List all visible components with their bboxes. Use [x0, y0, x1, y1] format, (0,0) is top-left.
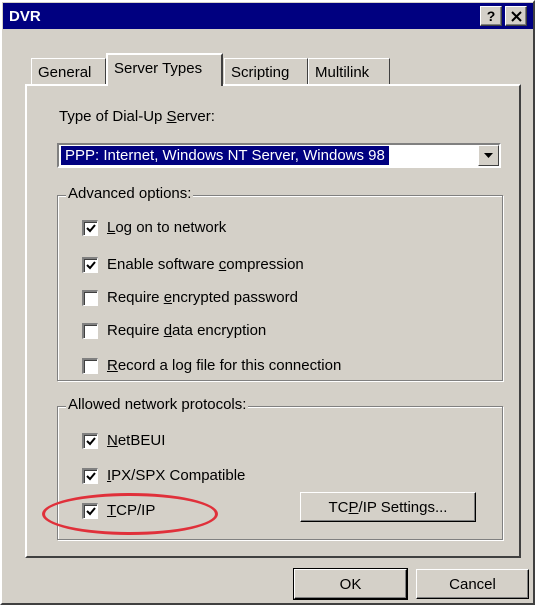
checkbox-box[interactable] — [82, 467, 98, 484]
dvr-properties-dialog: DVR ? General Server Types Scripting Mul… — [0, 0, 535, 605]
checkbox-label: IPX/SPX Compatible — [107, 467, 246, 484]
checkbox-label: NetBEUI — [107, 432, 166, 449]
tab-general[interactable]: General — [31, 58, 106, 86]
tab-multilink[interactable]: Multilink — [308, 58, 390, 86]
checkbox-label: TCP/IP — [107, 502, 156, 519]
protocols-legend: Allowed network protocols: — [66, 396, 249, 413]
checkbox-label: Record a log file for this connection — [107, 357, 342, 374]
checkbox-encrypted-password[interactable]: Require encrypted password — [82, 289, 298, 306]
checkbox-box[interactable] — [82, 289, 98, 306]
checkbox-data-encryption[interactable]: Require data encryption — [82, 322, 266, 339]
tab-server-types[interactable]: Server Types — [106, 53, 223, 86]
checkbox-label: Require encrypted password — [107, 289, 298, 306]
checkbox-label: Require data encryption — [107, 322, 267, 339]
checkbox-ipx-spx[interactable]: IPX/SPX Compatible — [82, 467, 245, 484]
tab-scripting[interactable]: Scripting — [224, 58, 308, 86]
checkbox-netbeui[interactable]: NetBEUI — [82, 432, 165, 449]
checkbox-box[interactable] — [82, 219, 98, 236]
checkmark-icon — [85, 436, 96, 445]
checkbox-box[interactable] — [82, 357, 98, 374]
server-type-label: Type of Dial-Up Server: — [59, 108, 215, 125]
checkbox-software-compression[interactable]: Enable software compression — [82, 256, 304, 273]
checkbox-box[interactable] — [82, 256, 98, 273]
server-type-selected-value: PPP: Internet, Windows NT Server, Window… — [61, 146, 389, 165]
window-title: DVR — [9, 7, 41, 25]
checkbox-label: Log on to network — [107, 219, 227, 236]
help-button[interactable]: ? — [480, 6, 502, 26]
ok-button[interactable]: OK — [293, 568, 408, 600]
tcp-ip-settings-button[interactable]: TCP/IP Settings... — [300, 492, 476, 522]
checkmark-icon — [85, 506, 96, 515]
checkbox-box[interactable] — [82, 432, 98, 449]
tab-multilink-label: Multilink — [315, 64, 370, 81]
triangle-down-icon — [484, 153, 493, 158]
tab-general-label: General — [38, 64, 92, 81]
advanced-options-legend: Advanced options: — [66, 185, 194, 202]
close-icon — [510, 10, 522, 22]
checkbox-box[interactable] — [82, 502, 98, 519]
title-bar: DVR ? — [3, 3, 533, 29]
checkbox-record-log[interactable]: Record a log file for this connection — [82, 357, 341, 374]
checkbox-box[interactable] — [82, 322, 98, 339]
button-label: TCP/IP Settings... — [328, 498, 448, 516]
checkbox-tcp-ip[interactable]: TCP/IP — [82, 502, 155, 519]
cancel-button[interactable]: Cancel — [416, 569, 529, 599]
checkbox-label: Enable software compression — [107, 256, 304, 273]
checkmark-icon — [85, 260, 96, 269]
server-type-dropdown[interactable]: PPP: Internet, Windows NT Server, Window… — [57, 143, 501, 168]
tab-scripting-label: Scripting — [231, 64, 290, 81]
close-button[interactable] — [505, 6, 527, 26]
tab-server-types-label: Server Types — [114, 60, 203, 77]
checkbox-log-on-network[interactable]: Log on to network — [82, 219, 226, 236]
checkmark-icon — [85, 223, 96, 232]
checkmark-icon — [85, 471, 96, 480]
dropdown-button[interactable] — [478, 145, 499, 166]
